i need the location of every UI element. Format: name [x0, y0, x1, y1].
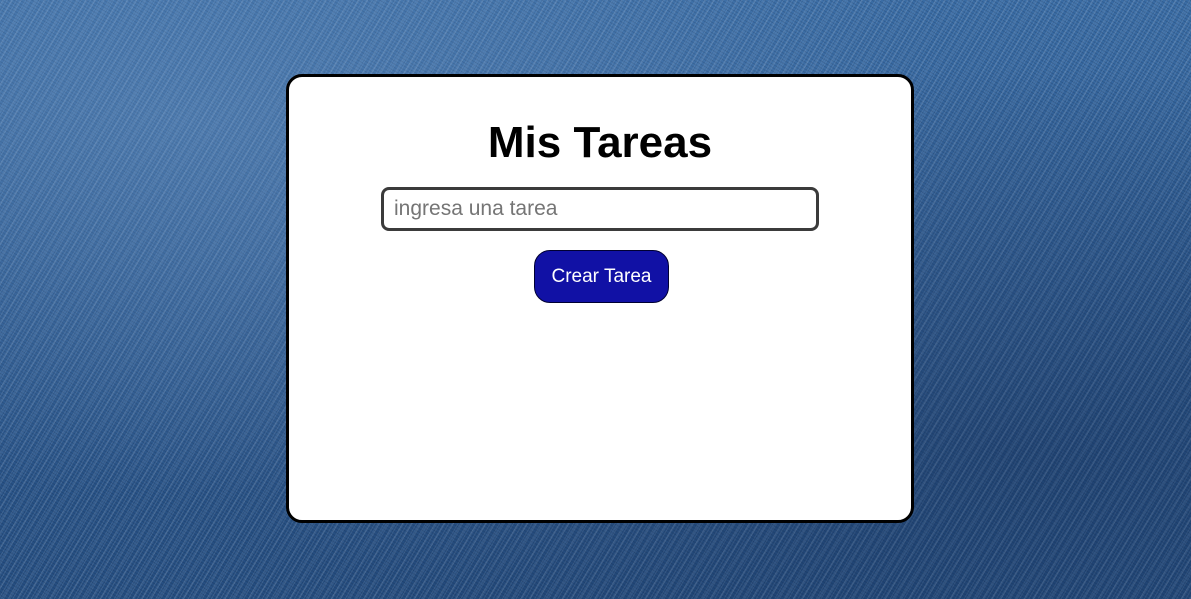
task-input[interactable]	[381, 187, 819, 231]
page-title: Mis Tareas	[487, 118, 713, 167]
task-card: Mis Tareas Crear Tarea	[286, 74, 914, 523]
create-task-button[interactable]: Crear Tarea	[534, 250, 669, 303]
